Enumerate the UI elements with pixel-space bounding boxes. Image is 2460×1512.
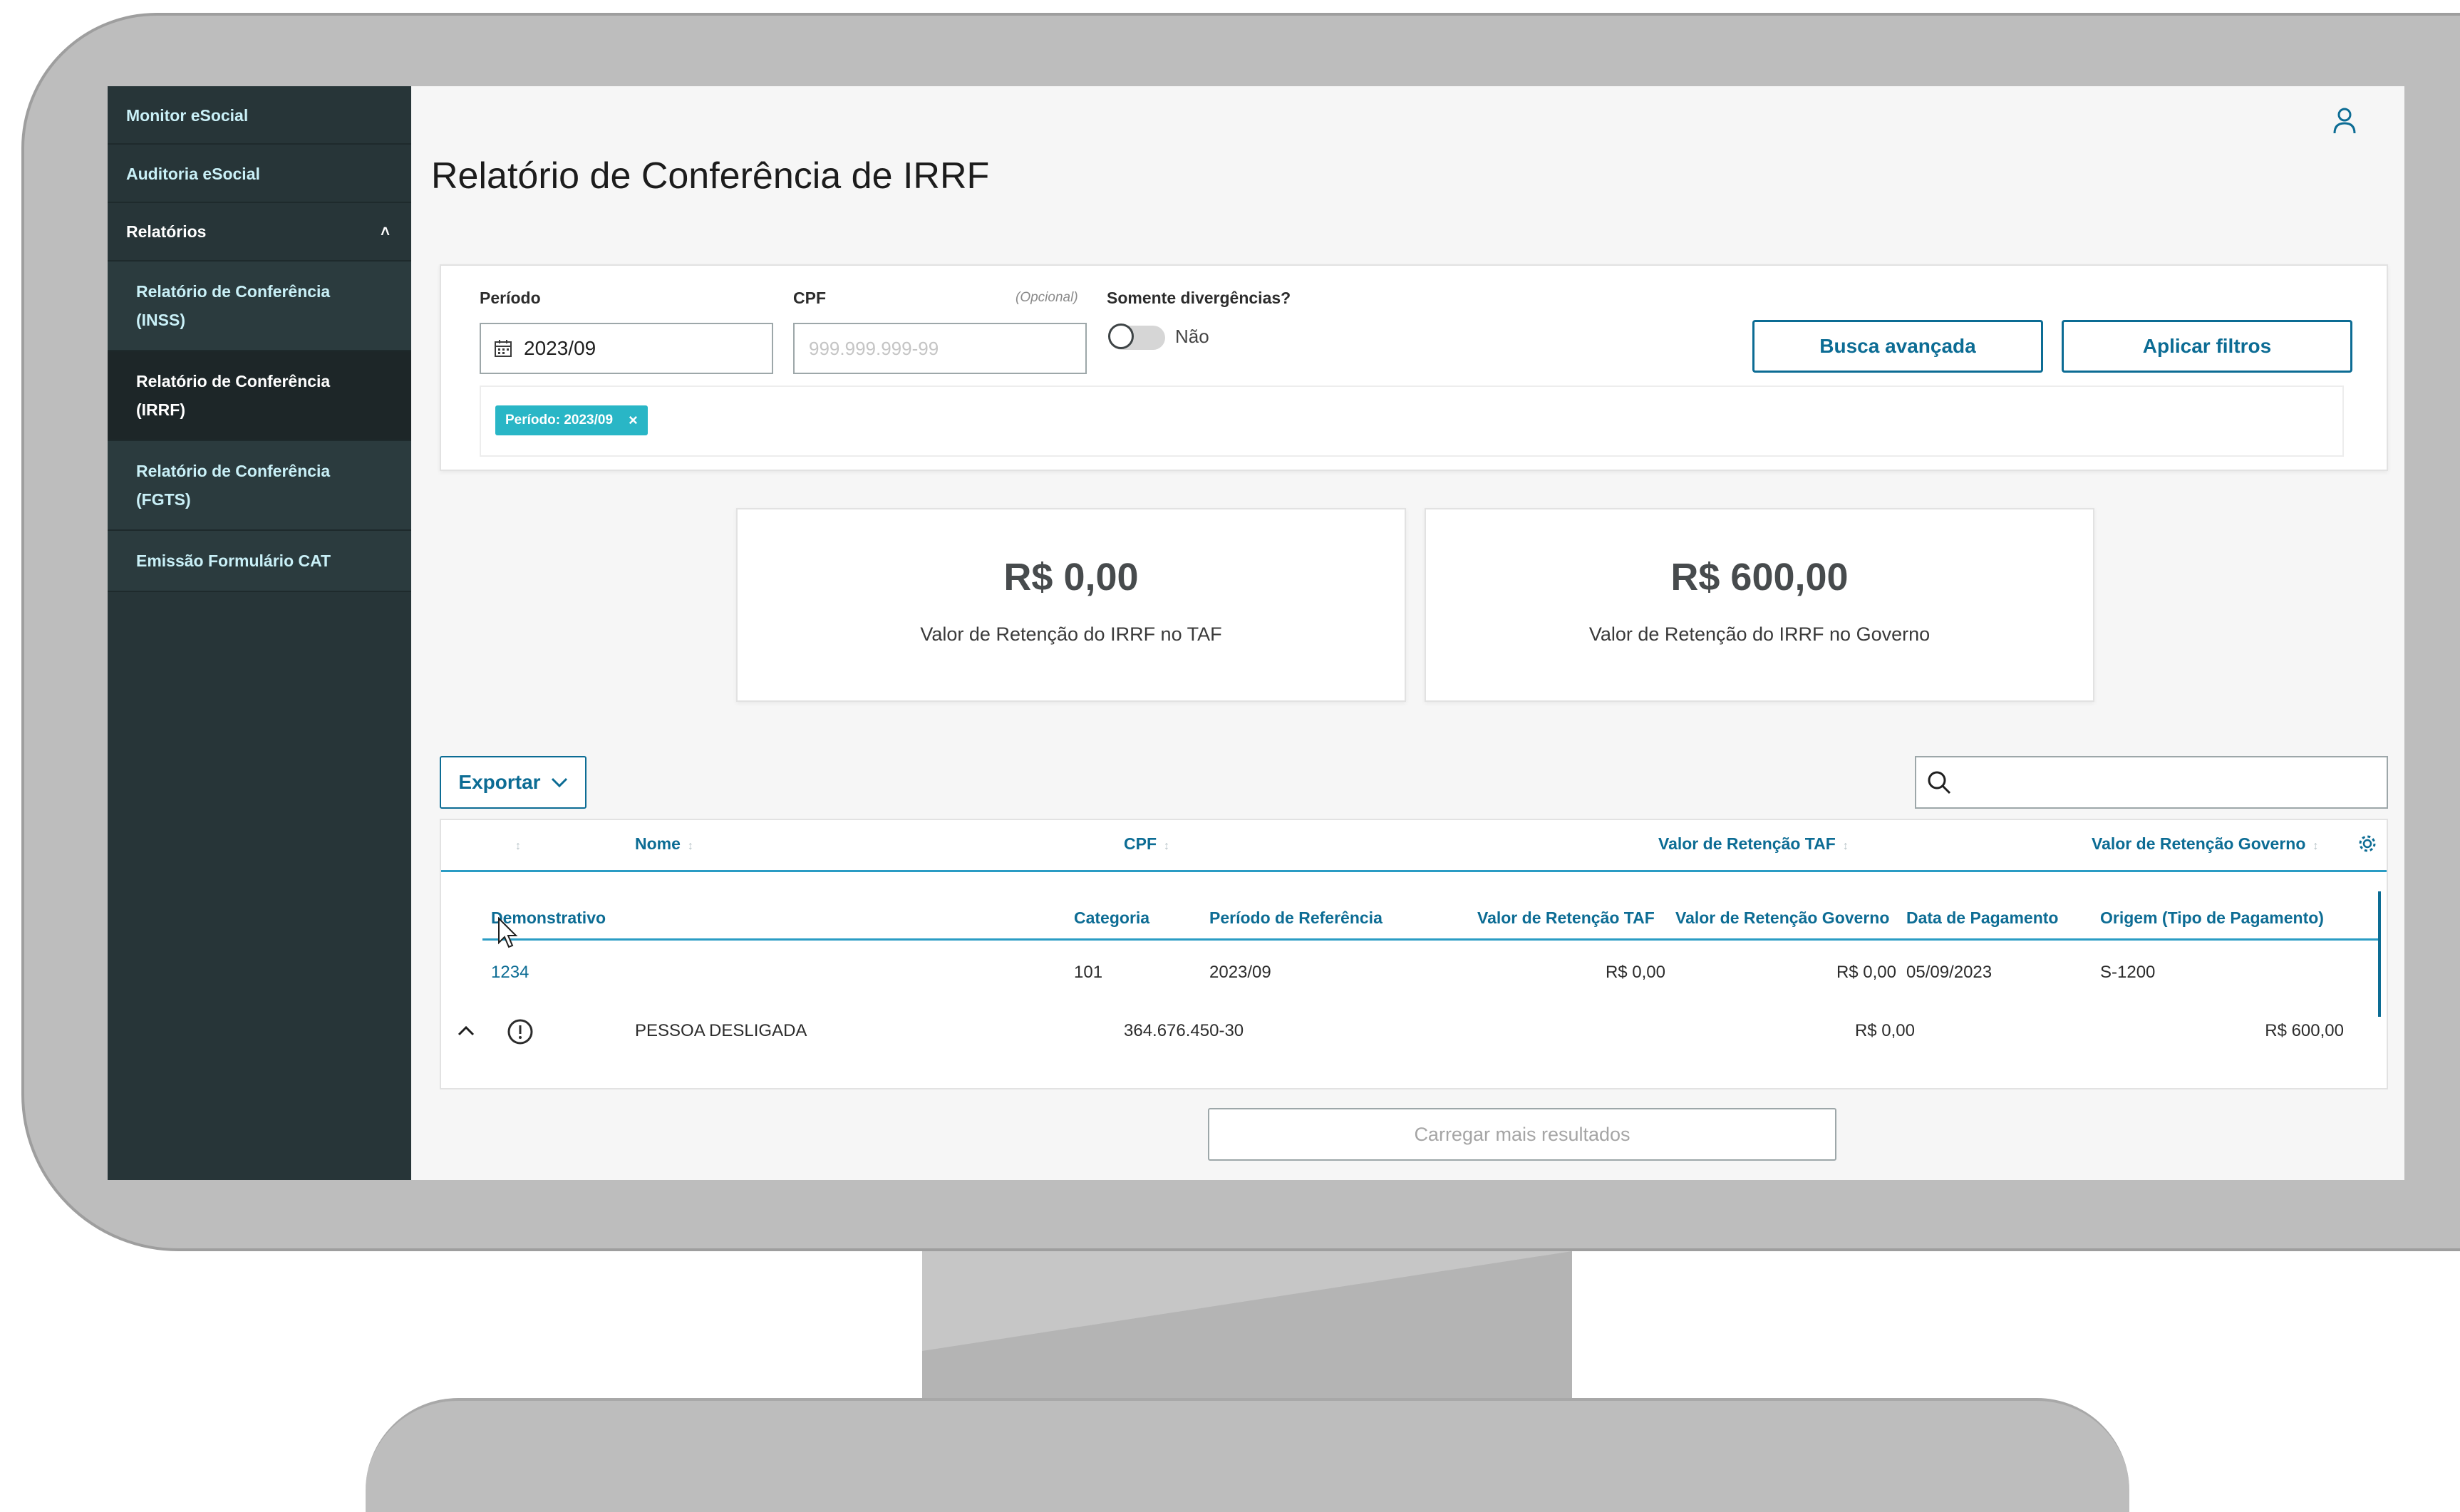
sidebar-group-relatorios[interactable]: Relatórios ˄ <box>108 203 411 262</box>
load-more-button[interactable]: Carregar mais resultados <box>1208 1108 1836 1161</box>
column-header-nome[interactable]: Nome ↕ <box>635 834 693 854</box>
sidebar-item-emissao-cat[interactable]: Emissão Formulário CAT <box>108 531 411 592</box>
detail-header-taf[interactable]: Valor de Retenção TAF <box>1477 908 1655 928</box>
detail-cell-taf: R$ 0,00 <box>1605 963 1665 982</box>
periodo-filter-tag[interactable]: Período: 2023/09 × <box>495 405 648 435</box>
demonstrativo-link[interactable]: 1234 <box>491 963 529 983</box>
aplicar-filtros-button[interactable]: Aplicar filtros <box>2062 320 2352 373</box>
page-title: Relatório de Conferência de IRRF <box>431 155 990 197</box>
sort-icon: ↕ <box>515 840 521 852</box>
gear-icon[interactable] <box>2357 833 2378 854</box>
alert-icon <box>507 1019 533 1045</box>
stat-card-taf: R$ 0,00 Valor de Retenção do IRRF no TAF <box>736 508 1406 702</box>
detail-cell-governo: R$ 0,00 <box>1836 963 1896 982</box>
column-label: Valor de Retenção Governo <box>2092 834 2306 853</box>
row-cell-nome: PESSOA DESLIGADA <box>635 1021 807 1040</box>
stat-value-governo: R$ 600,00 <box>1670 556 1849 599</box>
search-icon <box>1928 771 1951 794</box>
sort-icon: ↕ <box>687 840 693 852</box>
sidebar-item-relatorio-irrf[interactable]: Relatório de Conferência (IRRF) <box>108 351 411 441</box>
detail-header-periodo[interactable]: Período de Referência <box>1209 908 1383 928</box>
close-icon[interactable]: × <box>629 411 638 430</box>
column-header-cpf[interactable]: CPF ↕ <box>1124 834 1169 854</box>
active-filters-area: Período: 2023/09 × <box>480 385 2344 457</box>
divergencias-toggle[interactable] <box>1108 323 1165 350</box>
screen: Monitor eSocial Auditoria eSocial Relató… <box>108 86 2404 1180</box>
sidebar-item-monitor-esocial[interactable]: Monitor eSocial <box>108 86 411 145</box>
table-search[interactable] <box>1915 756 2388 809</box>
detail-header-categoria[interactable]: Categoria <box>1074 908 1149 928</box>
calendar-icon <box>495 340 512 357</box>
results-table: ↕ Nome ↕ CPF ↕ Valor de Retenção TAF ↕ Valo… <box>440 819 2388 1089</box>
sort-icon: ↕ <box>1842 840 1849 852</box>
cpf-field[interactable] <box>793 323 1087 374</box>
sidebar: Monitor eSocial Auditoria eSocial Relató… <box>108 86 411 1180</box>
detail-panel: Demonstrativo Categoria Período de Refer… <box>482 891 2381 1017</box>
column-label: Nome <box>635 834 681 853</box>
tag-label: Período: 2023/09 <box>505 413 614 428</box>
filter-card: Período 2023/09 CPF (Opcional) Somente d… <box>440 264 2388 471</box>
detail-header-origem[interactable]: Origem (Tipo de Pagamento) <box>2100 908 2324 928</box>
periodo-label: Período <box>480 289 541 307</box>
sort-icon: ↕ <box>2312 840 2319 852</box>
column-label: CPF <box>1124 834 1157 853</box>
detail-scrollbar[interactable] <box>2378 891 2381 1017</box>
sidebar-group-label: Relatórios <box>126 222 207 241</box>
periodo-field[interactable]: 2023/09 <box>480 323 773 374</box>
export-button[interactable]: Exportar <box>440 756 586 809</box>
stat-card-governo: R$ 600,00 Valor de Retenção do IRRF no G… <box>1425 508 2094 702</box>
chevron-up-icon: ˄ <box>381 222 390 240</box>
search-input[interactable] <box>1962 770 2364 794</box>
row-cell-taf: R$ 0,00 <box>1854 1021 1915 1040</box>
row-cell-cpf: 364.676.450-30 <box>1124 1021 1244 1040</box>
sort-icon: ↕ <box>1164 840 1169 852</box>
stat-value-taf: R$ 0,00 <box>1003 556 1139 599</box>
detail-cell-periodo: 2023/09 <box>1209 963 1271 982</box>
divergencias-value: Não <box>1175 326 1209 347</box>
sidebar-item-auditoria-esocial[interactable]: Auditoria eSocial <box>108 145 411 203</box>
mouse-cursor-icon <box>498 917 518 948</box>
toggle-knob <box>1108 323 1134 349</box>
column-label: Valor de Retenção TAF <box>1658 834 1836 853</box>
sidebar-item-relatorio-inss[interactable]: Relatório de Conferência (INSS) <box>108 262 411 351</box>
row-cell-governo: R$ 600,00 <box>2265 1021 2344 1040</box>
column-header-taf[interactable]: Valor de Retenção TAF ↕ <box>1658 834 1849 854</box>
monitor-base <box>366 1398 2129 1512</box>
cpf-label: CPF <box>793 289 826 307</box>
busca-avancada-button[interactable]: Busca avançada <box>1752 320 2043 373</box>
detail-cell-categoria: 101 <box>1074 963 1103 982</box>
export-label: Exportar <box>458 771 541 793</box>
chevron-down-icon <box>551 777 567 788</box>
stat-label-governo: Valor de Retenção do IRRF no Governo <box>1588 623 1931 645</box>
cpf-input[interactable] <box>807 336 1085 361</box>
main-content: Relatório de Conferência de IRRF Período… <box>411 86 2404 1180</box>
cpf-optional-hint: (Opcional) <box>1015 290 1078 305</box>
divergencias-label: Somente divergências? <box>1107 289 1291 307</box>
header-divider <box>441 870 2387 872</box>
stat-label-taf: Valor de Retenção do IRRF no TAF <box>920 623 1222 645</box>
user-icon[interactable] <box>2329 105 2360 136</box>
periodo-value: 2023/09 <box>524 337 596 359</box>
detail-cell-origem: S-1200 <box>2100 963 2156 982</box>
detail-header-divider <box>482 938 2381 941</box>
detail-cell-data: 05/09/2023 <box>1906 963 1993 982</box>
sidebar-item-relatorio-fgts[interactable]: Relatório de Conferência (FGTS) <box>108 441 411 531</box>
column-header-governo[interactable]: Valor de Retenção Governo ↕ <box>2092 834 2318 854</box>
chevron-up-icon[interactable] <box>457 1024 475 1037</box>
detail-header-data[interactable]: Data de Pagamento <box>1906 908 2058 928</box>
sort-column-header[interactable]: ↕ <box>508 834 521 854</box>
detail-header-governo[interactable]: Valor de Retenção Governo <box>1675 908 1889 928</box>
